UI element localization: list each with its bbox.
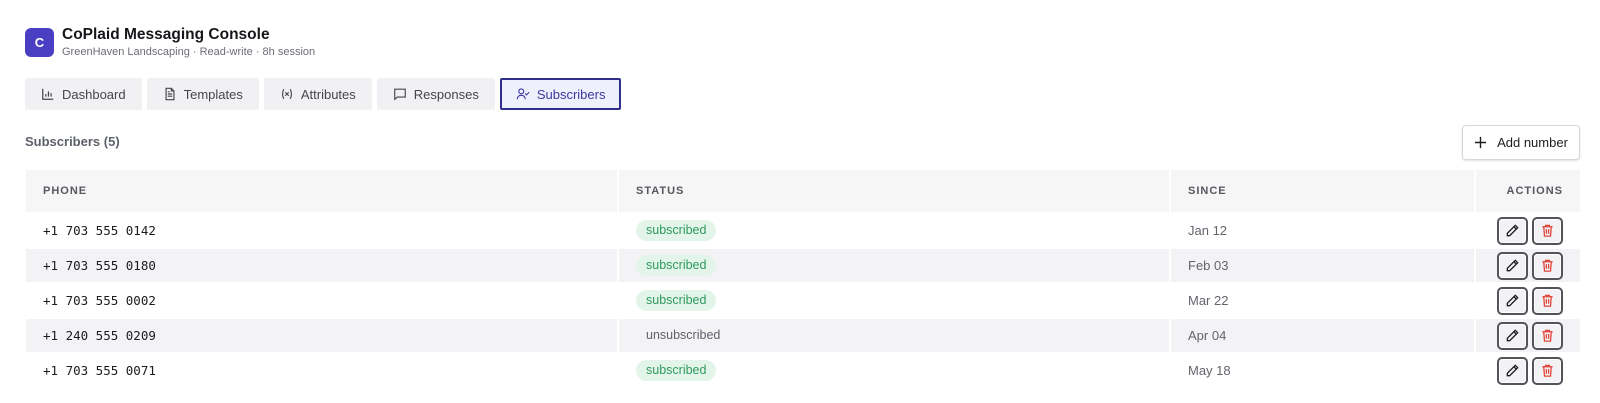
status-badge: subscribed: [636, 290, 717, 311]
trash-icon: [1542, 224, 1553, 237]
edit-button[interactable]: [1497, 216, 1528, 245]
app-title: CoPlaid Messaging Console: [62, 26, 270, 43]
column-header-status[interactable]: STATUS: [619, 170, 1169, 212]
app-logo: C: [25, 28, 54, 57]
trash-icon: [1542, 294, 1553, 307]
table-row: +1 703 555 0071 subscribed May 18: [26, 354, 1580, 387]
phone-number: +1 703 555 0180: [43, 258, 156, 273]
phone-number: +1 703 555 0002: [43, 293, 156, 308]
tab-label: Dashboard: [62, 86, 126, 102]
tab-label: Responses: [413, 86, 479, 102]
section-title: Subscribers (5): [25, 134, 120, 149]
trash-icon: [1542, 329, 1553, 342]
table-row: +1 240 555 0209 unsubscribed Apr 04: [26, 319, 1580, 352]
message-icon: [393, 88, 406, 101]
tab-label: Templates: [183, 86, 243, 102]
edit-button[interactable]: [1497, 356, 1528, 385]
column-header-actions: ACTIONS: [1476, 170, 1580, 212]
since-date: Mar 22: [1188, 293, 1229, 308]
phone-number: +1 703 555 0071: [43, 363, 156, 378]
trash-icon: [1542, 259, 1553, 272]
tab-label: Subscribers: [536, 86, 606, 102]
user-check-icon: [516, 88, 530, 100]
table-row: +1 703 555 0002 subscribed Mar 22: [26, 284, 1580, 317]
tab-attributes[interactable]: Attributes: [263, 78, 372, 110]
variable-icon: [281, 88, 292, 100]
status-cell: unsubscribed: [619, 319, 1169, 352]
actions-cell: [1476, 214, 1580, 247]
since-cell: Jan 12: [1171, 214, 1474, 247]
tab-label: Attributes: [300, 86, 356, 102]
status-badge: subscribed: [636, 255, 717, 276]
phone-cell: +1 703 555 0002: [26, 284, 617, 317]
add-number-label: Add number: [1497, 135, 1568, 150]
status-cell: subscribed: [619, 354, 1169, 387]
table-header: PHONE STATUS SINCE ACTIONS: [26, 170, 1580, 212]
tab-templates[interactable]: Templates: [146, 78, 259, 110]
actions-cell: [1476, 319, 1580, 352]
document-icon: [165, 87, 175, 101]
column-header-phone[interactable]: PHONE: [26, 170, 617, 212]
pencil-icon: [1506, 364, 1519, 377]
actions-cell: [1476, 284, 1580, 317]
status-cell: subscribed: [619, 284, 1169, 317]
since-cell: May 18: [1171, 354, 1474, 387]
since-cell: Feb 03: [1171, 249, 1474, 282]
since-date: Feb 03: [1188, 258, 1229, 273]
bar-chart-icon: [42, 88, 54, 100]
table-row: +1 703 555 0180 subscribed Feb 03: [26, 249, 1580, 282]
since-date: May 18: [1188, 363, 1231, 378]
pencil-icon: [1506, 329, 1519, 342]
edit-button[interactable]: [1497, 286, 1528, 315]
tab-responses[interactable]: Responses: [376, 78, 495, 110]
pencil-icon: [1506, 224, 1519, 237]
app-subtitle: GreenHaven Landscaping · Read-write · 8h…: [62, 46, 316, 58]
subscribers-table: PHONE STATUS SINCE ACTIONS +1 703 555 01…: [26, 170, 1580, 389]
phone-cell: +1 240 555 0209: [26, 319, 617, 352]
status-cell: subscribed: [619, 214, 1169, 247]
status-badge: unsubscribed: [646, 328, 721, 342]
plus-icon: [1475, 136, 1487, 149]
status-badge: subscribed: [636, 220, 717, 241]
pencil-icon: [1506, 294, 1519, 307]
actions-cell: [1476, 354, 1580, 387]
since-cell: Apr 04: [1171, 319, 1474, 352]
table-row: +1 703 555 0142 subscribed Jan 12: [26, 214, 1580, 247]
since-date: Jan 12: [1188, 223, 1228, 238]
status-cell: subscribed: [619, 249, 1169, 282]
table-body: +1 703 555 0142 subscribed Jan 12 +1 703 55…: [26, 214, 1580, 387]
pencil-icon: [1506, 259, 1519, 272]
delete-button[interactable]: [1532, 356, 1563, 385]
edit-button[interactable]: [1497, 321, 1528, 350]
add-number-button[interactable]: Add number: [1462, 125, 1580, 160]
delete-button[interactable]: [1532, 251, 1563, 280]
delete-button[interactable]: [1532, 321, 1563, 350]
actions-cell: [1476, 249, 1580, 282]
status-badge: subscribed: [636, 360, 717, 381]
phone-number: +1 703 555 0142: [43, 223, 156, 238]
since-cell: Mar 22: [1171, 284, 1474, 317]
phone-cell: +1 703 555 0180: [26, 249, 617, 282]
app-header: C CoPlaid Messaging Console GreenHaven L…: [25, 26, 315, 59]
phone-cell: +1 703 555 0071: [26, 354, 617, 387]
trash-icon: [1542, 364, 1553, 377]
phone-cell: +1 703 555 0142: [26, 214, 617, 247]
edit-button[interactable]: [1497, 251, 1528, 280]
phone-number: +1 240 555 0209: [43, 328, 156, 343]
delete-button[interactable]: [1532, 216, 1563, 245]
since-date: Apr 04: [1188, 328, 1227, 343]
delete-button[interactable]: [1532, 286, 1563, 315]
tab-dashboard[interactable]: Dashboard: [25, 78, 142, 110]
tab-bar: Dashboard Templates Attributes Responses…: [25, 78, 626, 110]
column-header-since[interactable]: SINCE: [1171, 170, 1474, 212]
tab-subscribers[interactable]: Subscribers: [499, 78, 622, 110]
